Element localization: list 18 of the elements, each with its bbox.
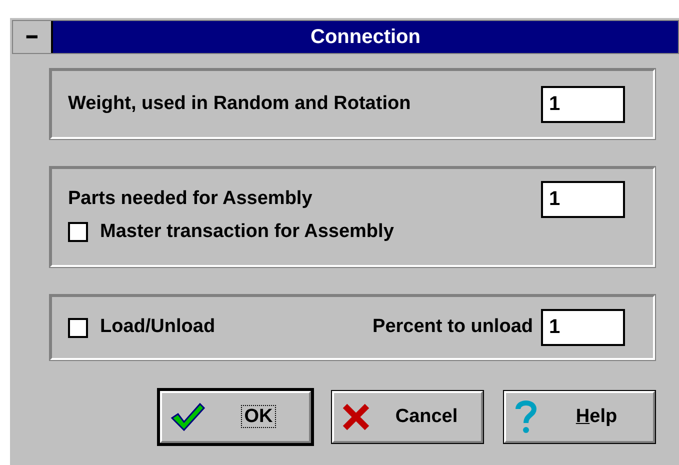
system-menu-button[interactable]: ━ bbox=[13, 21, 53, 53]
window-title: Connection bbox=[310, 25, 422, 50]
cancel-button[interactable]: Cancel bbox=[332, 391, 483, 443]
field-label: Parts needed for Assembly bbox=[68, 187, 314, 211]
checkbox-label: Load/Unload bbox=[100, 315, 216, 340]
checkbox[interactable] bbox=[68, 318, 88, 338]
field-label: Percent to unload bbox=[372, 315, 533, 340]
number-field[interactable]: 1 bbox=[541, 309, 625, 346]
ok-button[interactable]: OK bbox=[160, 391, 311, 443]
number-field[interactable]: 1 bbox=[541, 181, 625, 218]
number-field[interactable]: 1 bbox=[541, 86, 625, 122]
field-label: Weight, used in Random and Rotation bbox=[68, 92, 411, 116]
question-mark-icon bbox=[514, 399, 538, 435]
checkbox[interactable] bbox=[68, 222, 88, 242]
help-button[interactable]: Help bbox=[504, 391, 655, 443]
checkbox-label: Master transaction for Assembly bbox=[100, 220, 394, 244]
cross-icon bbox=[342, 403, 370, 431]
check-icon bbox=[170, 402, 206, 432]
